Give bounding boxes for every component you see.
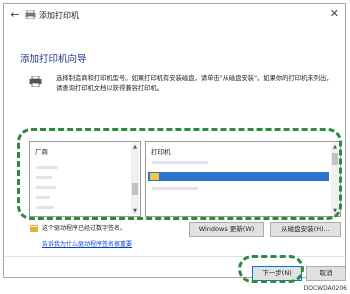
back-arrow-icon[interactable]: ← [9,9,21,21]
have-disk-button[interactable]: 从磁盘安装(H)... [270,222,341,237]
cancel-button[interactable]: 取消 [306,266,346,281]
window-title: 添加打印机 [39,11,79,20]
certificate-icon [30,225,38,232]
lists-highlight [17,128,342,220]
certificate-text: 这个驱动程序已经过数字签名。 [42,225,127,232]
page-heading: 添加打印机向导 [20,54,87,65]
driver-signing-link[interactable]: 告诉我为什么驱动程序签名很重要 [42,239,132,248]
image-code: DOCWDA0206 [303,285,347,292]
instruction-text: 选择制造商和打印机型号。如果打印机有安装磁盘，请单击"从磁盘安装"。如果你的打印… [56,75,333,92]
close-icon[interactable]: ✕ [330,8,339,20]
next-button-highlight [238,255,304,283]
printer-icon [25,10,36,19]
title-bar: ← 添加打印机 ✕ [4,4,345,26]
windows-update-button[interactable]: Windows 更新(W) [189,222,264,237]
printer-icon [29,76,42,87]
